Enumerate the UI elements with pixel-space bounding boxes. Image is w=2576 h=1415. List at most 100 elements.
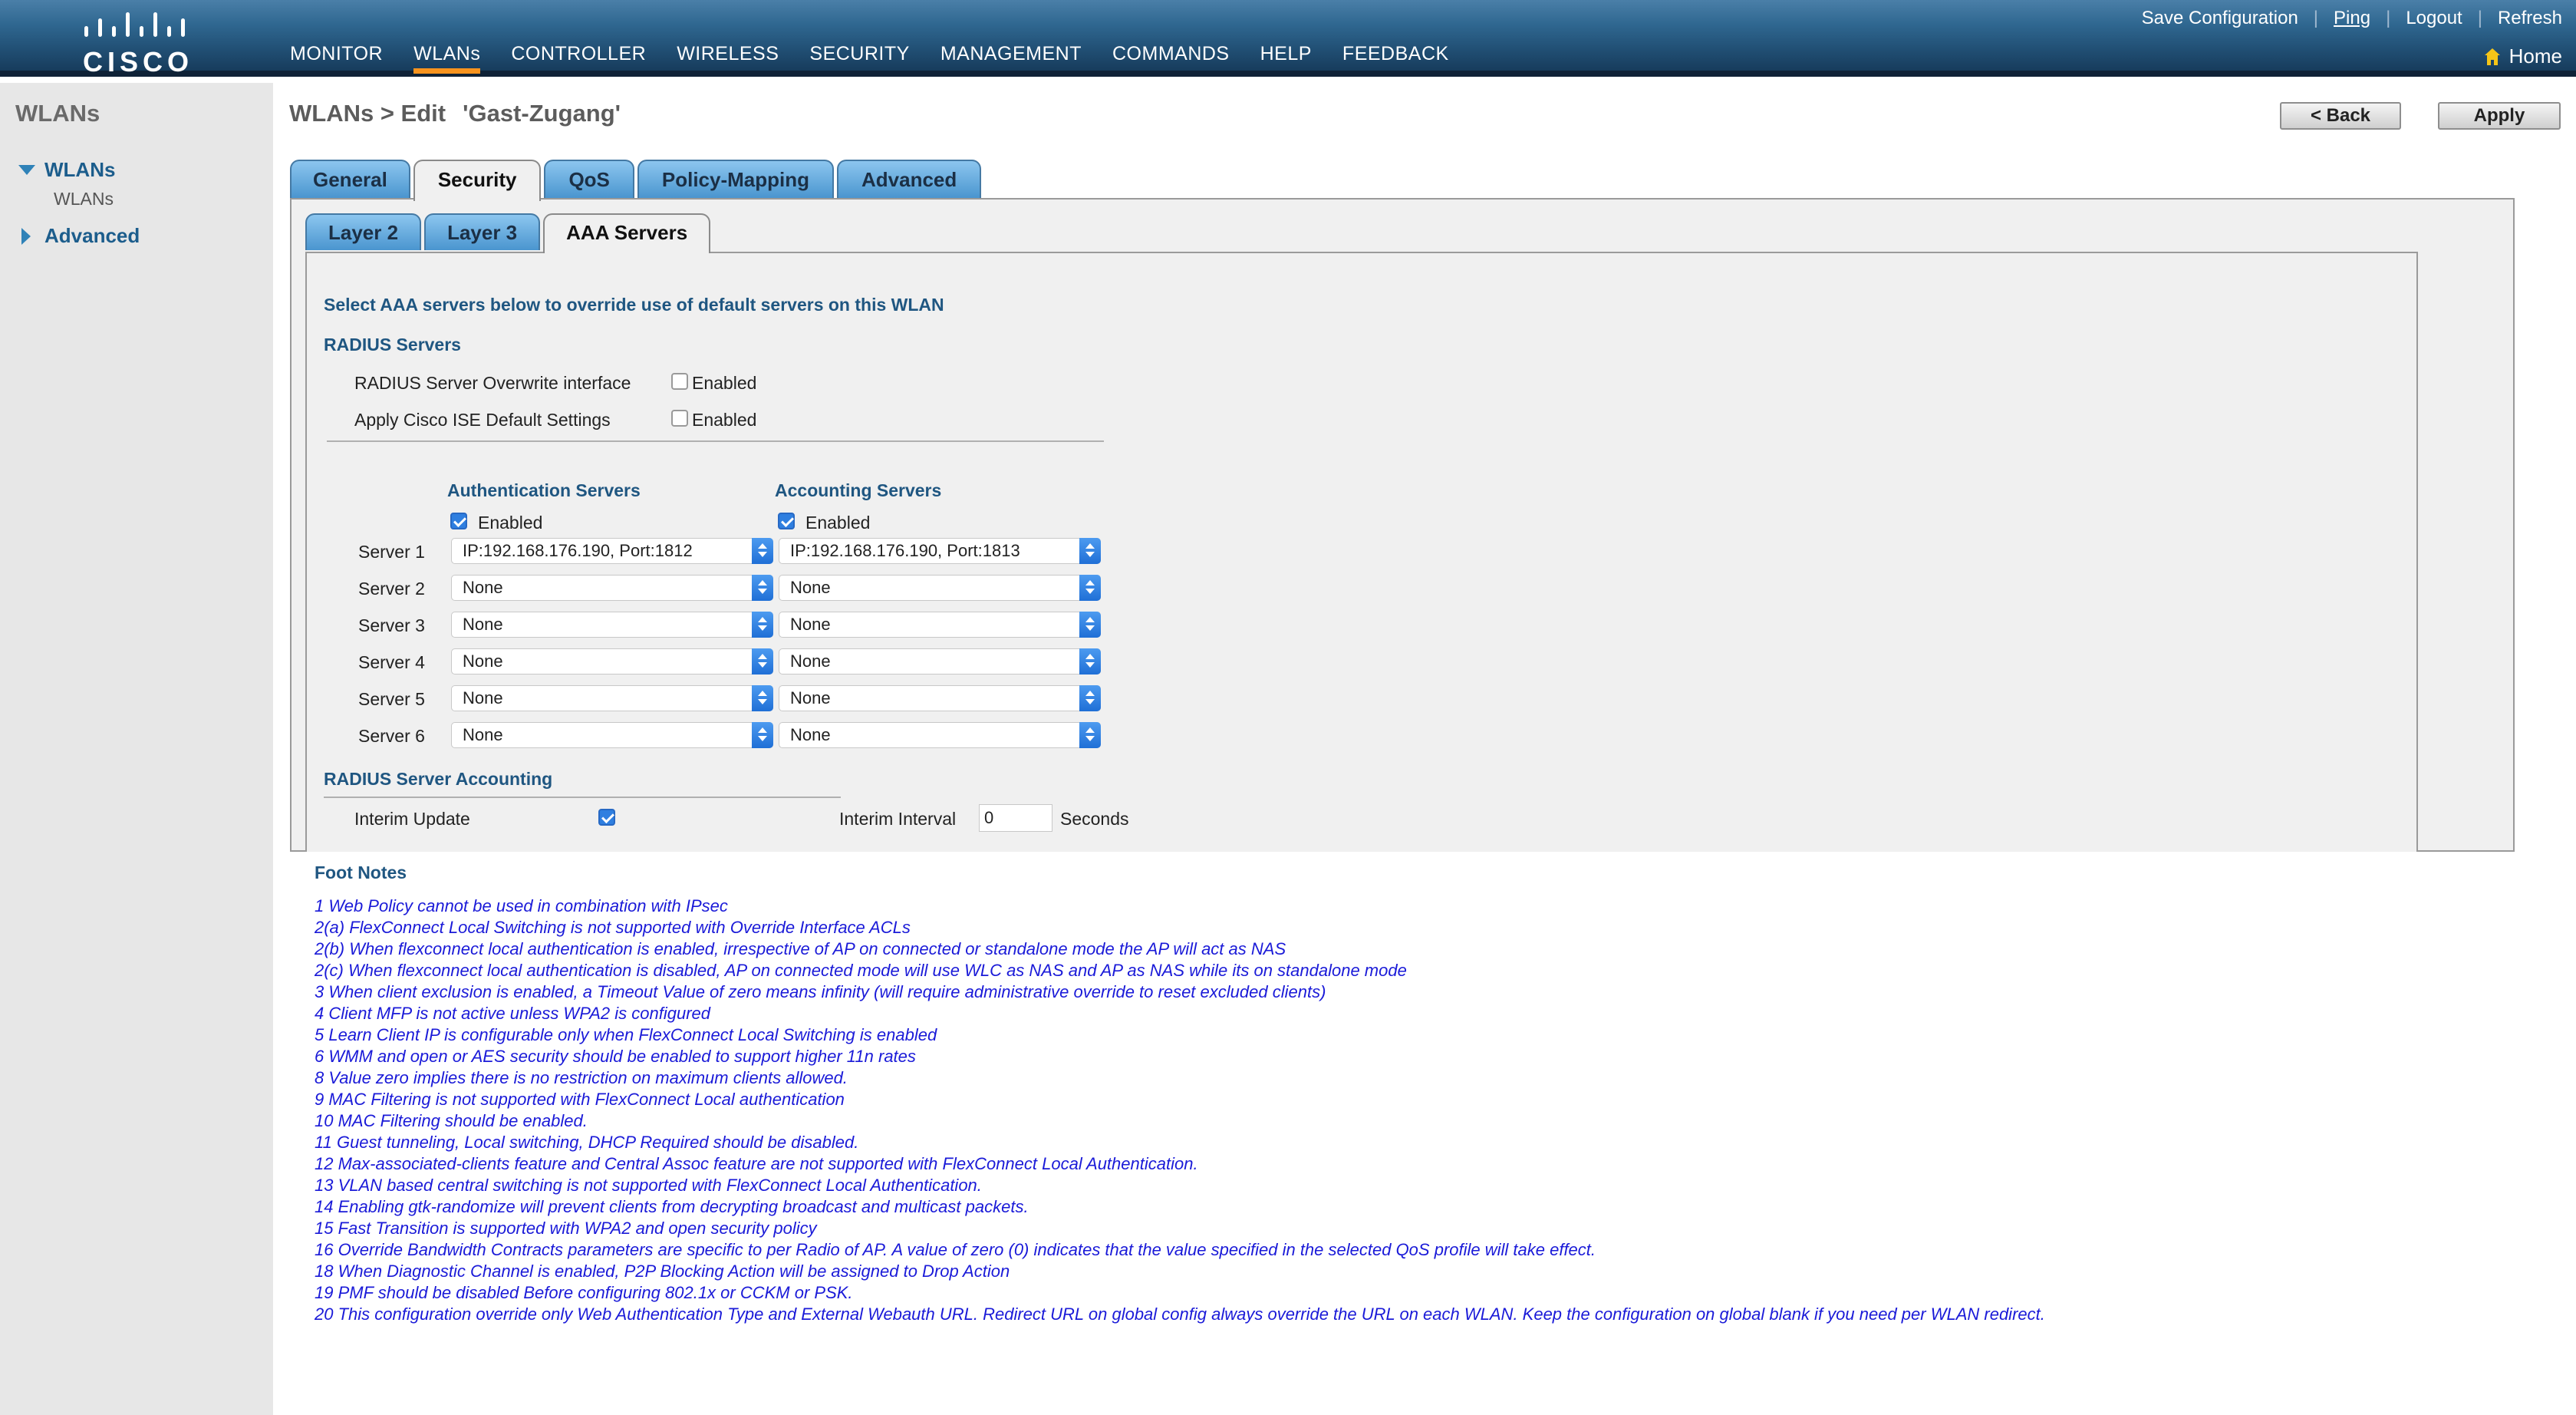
acct-server-1-value: IP:192.168.176.190, Port:1813 — [790, 541, 1020, 560]
select-caret-icon — [1079, 575, 1101, 601]
footnote-item: 18 When Diagnostic Channel is enabled, P… — [315, 1262, 1010, 1281]
footnote-item: 2(a) FlexConnect Local Switching is not … — [315, 918, 911, 937]
radius-overwrite-label: RADIUS Server Overwrite interface — [354, 373, 631, 393]
select-caret-icon — [752, 612, 773, 638]
top-header: CISCO MONITOR WLANs CONTROLLER WIRELESS … — [0, 0, 2576, 78]
acct-server-6-select[interactable]: None — [779, 722, 1101, 748]
auth-server-4-select[interactable]: None — [451, 648, 773, 675]
footnote-item: 10 MAC Filtering should be enabled. — [315, 1111, 588, 1130]
sidebar-item-advanced[interactable]: Advanced — [18, 224, 140, 248]
acct-enabled-label: Enabled — [805, 513, 871, 533]
ping-link[interactable]: Ping — [2334, 8, 2370, 29]
acct-server-1-select[interactable]: IP:192.168.176.190, Port:1813 — [779, 538, 1101, 564]
apply-button[interactable]: Apply — [2438, 102, 2561, 130]
back-button[interactable]: < Back — [2280, 102, 2401, 130]
footnote-item: 3 When client exclusion is enabled, a Ti… — [315, 982, 1326, 1001]
seconds-label: Seconds — [1060, 809, 1129, 829]
radius-overwrite-enabled-label: Enabled — [692, 373, 757, 393]
tab-qos[interactable]: QoS — [544, 160, 634, 198]
acct-enabled-checkbox[interactable] — [778, 513, 795, 529]
select-caret-icon — [752, 685, 773, 711]
collapse-triangle-icon[interactable] — [18, 165, 35, 175]
acct-server-2-value: None — [790, 578, 831, 597]
cisco-logo: CISCO — [83, 11, 190, 78]
sidebar-item-wlans-label[interactable]: WLANs — [44, 158, 115, 182]
nav-wlans[interactable]: WLANs — [413, 43, 481, 74]
nav-management[interactable]: MANAGEMENT — [940, 43, 1082, 74]
refresh-link[interactable]: Refresh — [2498, 8, 2562, 29]
accounting-divider — [324, 797, 841, 798]
server-6-label: Server 6 — [358, 726, 425, 746]
auth-server-3-select[interactable]: None — [451, 612, 773, 638]
nav-help[interactable]: HELP — [1260, 43, 1312, 74]
page-title: WLANs > Edit 'Gast-Zugang' — [289, 100, 621, 127]
logout-link[interactable]: Logout — [2406, 8, 2462, 29]
auth-enabled-checkbox[interactable] — [450, 513, 467, 529]
main-tabs: General Security QoS Policy-Mapping Adva… — [290, 160, 984, 201]
interim-update-checkbox[interactable] — [598, 809, 615, 826]
auth-server-5-select[interactable]: None — [451, 685, 773, 711]
footnote-item: 2(b) When flexconnect local authenticati… — [315, 939, 1286, 958]
page-title-text: WLANs > Edit — [289, 100, 446, 127]
subtab-aaa-servers[interactable]: AAA Servers — [543, 213, 711, 253]
home-label: Home — [2508, 45, 2562, 68]
nav-feedback[interactable]: FEEDBACK — [1342, 43, 1449, 74]
radius-overwrite-checkbox[interactable] — [671, 373, 688, 390]
nav-security[interactable]: SECURITY — [809, 43, 909, 74]
acct-server-5-select[interactable]: None — [779, 685, 1101, 711]
link-separator: | — [2386, 8, 2391, 28]
auth-server-2-select[interactable]: None — [451, 575, 773, 601]
section-divider — [327, 440, 1104, 442]
footnote-item: 8 Value zero implies there is no restric… — [315, 1068, 848, 1087]
footnote-item: 9 MAC Filtering is not supported with Fl… — [315, 1090, 845, 1109]
expand-triangle-icon[interactable] — [21, 227, 31, 245]
tab-policy-mapping[interactable]: Policy-Mapping — [637, 160, 835, 198]
sidebar: WLANs WLANs WLANs Advanced — [0, 83, 273, 1415]
nav-controller[interactable]: CONTROLLER — [511, 43, 646, 74]
auth-server-5-value: None — [463, 688, 503, 708]
subtab-layer-3[interactable]: Layer 3 — [424, 213, 541, 250]
select-caret-icon — [1079, 612, 1101, 638]
security-subtabs: Layer 2 Layer 3 AAA Servers — [305, 213, 713, 253]
sidebar-item-advanced-label[interactable]: Advanced — [44, 224, 140, 248]
footnote-item: 2(c) When flexconnect local authenticati… — [315, 961, 1407, 980]
auth-server-6-select[interactable]: None — [451, 722, 773, 748]
wlan-name: 'Gast-Zugang' — [463, 100, 621, 127]
footnote-item: 16 Override Bandwidth Contracts paramete… — [315, 1240, 1596, 1259]
tab-general[interactable]: General — [290, 160, 410, 198]
home-link[interactable]: Home — [2483, 45, 2562, 68]
acct-server-3-select[interactable]: None — [779, 612, 1101, 638]
save-configuration-link[interactable]: Save Configuration — [2142, 8, 2298, 29]
tab-advanced[interactable]: Advanced — [837, 160, 982, 198]
acct-server-2-select[interactable]: None — [779, 575, 1101, 601]
ise-default-label: Apply Cisco ISE Default Settings — [354, 410, 611, 430]
interim-interval-input[interactable]: 0 — [979, 804, 1052, 832]
link-separator: | — [2477, 8, 2482, 28]
footnote-item: 20 This configuration override only Web … — [315, 1305, 2045, 1324]
tab-security[interactable]: Security — [413, 160, 542, 201]
server-2-label: Server 2 — [358, 579, 425, 599]
footnote-item: 4 Client MFP is not active unless WPA2 i… — [315, 1004, 710, 1023]
nav-commands[interactable]: COMMANDS — [1112, 43, 1230, 74]
main-nav: MONITOR WLANs CONTROLLER WIRELESS SECURI… — [290, 43, 1480, 74]
footnote-item: 19 PMF should be disabled Before configu… — [315, 1283, 853, 1302]
auth-server-1-select[interactable]: IP:192.168.176.190, Port:1812 — [451, 538, 773, 564]
nav-wireless[interactable]: WIRELESS — [677, 43, 779, 74]
link-separator: | — [2313, 8, 2319, 28]
footnote-item: 1 Web Policy cannot be used in combinati… — [315, 896, 728, 915]
nav-monitor[interactable]: MONITOR — [290, 43, 383, 74]
select-caret-icon — [1079, 538, 1101, 564]
auth-server-4-value: None — [463, 651, 503, 671]
radius-servers-heading: RADIUS Servers — [324, 335, 461, 355]
ise-default-checkbox[interactable] — [671, 410, 688, 427]
sidebar-title: WLANs — [15, 100, 100, 127]
select-caret-icon — [752, 575, 773, 601]
acct-server-4-select[interactable]: None — [779, 648, 1101, 675]
auth-enabled-label: Enabled — [478, 513, 543, 533]
footnote-item: 12 Max-associated-clients feature and Ce… — [315, 1154, 1198, 1173]
footnotes-title: Foot Notes — [315, 863, 407, 882]
select-caret-icon — [1079, 685, 1101, 711]
sidebar-subitem-wlans[interactable]: WLANs — [54, 189, 114, 209]
subtab-layer-2[interactable]: Layer 2 — [305, 213, 422, 250]
sidebar-item-wlans[interactable]: WLANs — [18, 158, 115, 182]
